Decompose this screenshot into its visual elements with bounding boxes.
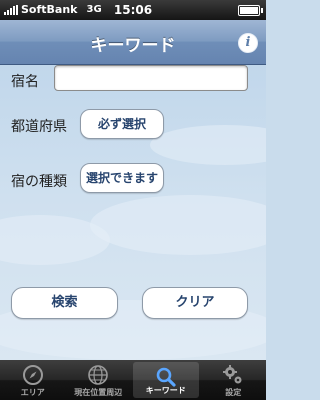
keyword-search-form: 宿名 都道府県 必ず選択 宿の種類 選択できます 検索 クリア	[0, 65, 266, 360]
gear-icon	[223, 365, 242, 384]
type-select-button[interactable]: 選択できます	[80, 163, 164, 193]
globe-icon	[88, 365, 109, 385]
search-button[interactable]: 検索	[11, 287, 118, 319]
name-label: 宿名	[11, 74, 39, 90]
navigation-bar: キーワード i	[0, 20, 266, 65]
clear-button[interactable]: クリア	[142, 287, 248, 319]
tab-keyword[interactable]: キーワード	[133, 362, 199, 398]
compass-icon	[22, 365, 43, 385]
battery-icon	[238, 5, 263, 16]
tab-label: 現在位置周辺	[74, 388, 123, 397]
tab-label: キーワード	[145, 386, 186, 395]
tab-area[interactable]: エリア	[0, 360, 66, 400]
background-cloud	[150, 125, 266, 165]
type-label: 宿の種類	[11, 174, 67, 190]
prefecture-select-button[interactable]: 必ず選択	[80, 109, 164, 139]
tab-settings[interactable]: 設定	[201, 360, 267, 400]
prefecture-label: 都道府県	[11, 119, 67, 135]
name-input[interactable]	[54, 65, 248, 91]
info-icon[interactable]: i	[238, 33, 258, 53]
status-time: 15:06	[113, 3, 153, 17]
name-row: 宿名	[0, 65, 266, 101]
tab-label: エリア	[20, 388, 45, 397]
tab-bar: エリア 現在位置周辺 キーワード 設定	[0, 360, 266, 400]
background-cloud	[90, 195, 266, 255]
tab-label: 設定	[225, 388, 242, 397]
tab-nearby[interactable]: 現在位置周辺	[66, 360, 132, 400]
status-bar: SoftBank 3G 15:06	[0, 0, 266, 20]
page-title: キーワード	[90, 36, 176, 56]
